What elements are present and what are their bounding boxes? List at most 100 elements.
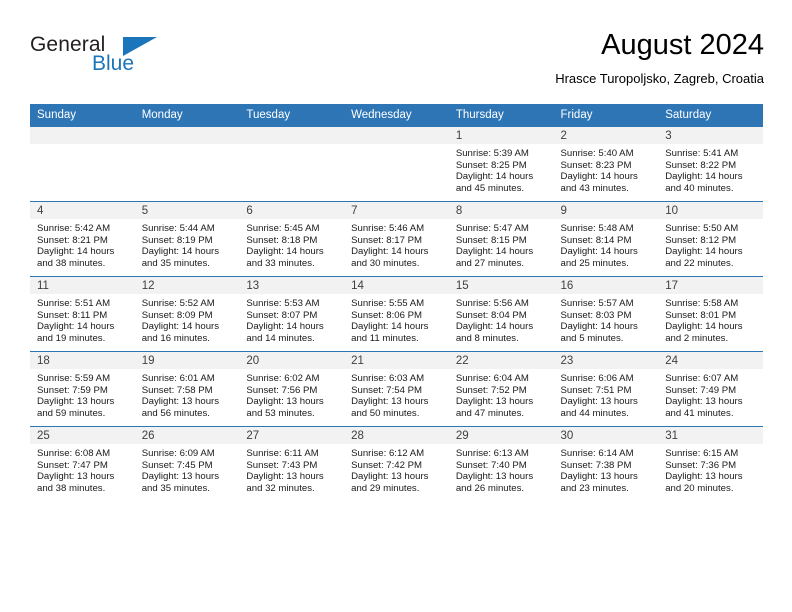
day-number: 5 bbox=[134, 202, 240, 219]
calendar-cell-inner: 3 Sunrise: 5:41 AM Sunset: 8:22 PM Daylight… bbox=[658, 127, 763, 201]
sunset-time: Sunset: 8:11 PM bbox=[37, 309, 108, 321]
calendar-day-cell[interactable]: 31 Sunrise: 6:15 AM Sunset: 7:36 PM Dayligh… bbox=[658, 426, 763, 501]
sunset-time: Sunset: 7:49 PM bbox=[665, 384, 737, 396]
sunset-time: Sunset: 7:59 PM bbox=[37, 384, 108, 396]
calendar-day-cell[interactable]: 16 Sunrise: 5:57 AM Sunset: 8:03 PM Dayligh… bbox=[553, 276, 659, 352]
daylight-duration-line2: and 53 minutes. bbox=[246, 408, 315, 420]
day-number: 2 bbox=[553, 127, 659, 144]
calendar-body: 1 Sunrise: 5:39 AM Sunset: 8:25 PM Daylight… bbox=[30, 126, 763, 501]
calendar-day-cell[interactable]: 14 Sunrise: 5:55 AM Sunset: 8:06 PM Dayligh… bbox=[344, 276, 449, 352]
sunset-time: Sunset: 8:18 PM bbox=[246, 234, 318, 246]
calendar-day-cell[interactable]: 20 Sunrise: 6:02 AM Sunset: 7:56 PM Dayligh… bbox=[239, 351, 345, 427]
daylight-duration-line1: Daylight: 13 hours bbox=[141, 396, 220, 408]
day-number: 17 bbox=[658, 277, 763, 294]
calendar-cell-inner bbox=[134, 127, 240, 201]
calendar-day-cell[interactable]: 8 Sunrise: 5:47 AM Sunset: 8:15 PM Daylight… bbox=[448, 201, 554, 277]
sun-times: Sunrise: 6:02 AM Sunset: 7:56 PM Daylight:… bbox=[239, 369, 344, 420]
calendar-cell-empty bbox=[30, 126, 135, 202]
sunrise-time: Sunrise: 6:07 AM bbox=[665, 373, 739, 384]
calendar-day-cell[interactable]: 25 Sunrise: 6:08 AM Sunset: 7:47 PM Dayligh… bbox=[30, 426, 135, 501]
sunset-time: Sunset: 7:38 PM bbox=[560, 459, 632, 471]
calendar-day-cell[interactable]: 29 Sunrise: 6:13 AM Sunset: 7:40 PM Dayligh… bbox=[448, 426, 554, 501]
daylight-duration-line2: and 22 minutes. bbox=[665, 258, 734, 270]
calendar-cell-inner bbox=[30, 127, 135, 201]
sunset-time: Sunset: 7:45 PM bbox=[141, 459, 213, 471]
calendar-day-cell[interactable]: 18 Sunrise: 5:59 AM Sunset: 7:59 PM Dayligh… bbox=[30, 351, 135, 427]
calendar-day-cell[interactable]: 5 Sunrise: 5:44 AM Sunset: 8:19 PM Daylight… bbox=[134, 201, 240, 277]
calendar-day-cell[interactable]: 7 Sunrise: 5:46 AM Sunset: 8:17 PM Daylight… bbox=[344, 201, 449, 277]
daylight-duration-line1: Daylight: 14 hours bbox=[246, 246, 324, 258]
daylight-duration-line2: and 41 minutes. bbox=[665, 408, 734, 420]
daylight-duration-line2: and 30 minutes. bbox=[351, 258, 420, 270]
calendar-day-cell[interactable]: 15 Sunrise: 5:56 AM Sunset: 8:04 PM Dayligh… bbox=[448, 276, 554, 352]
calendar-day-cell[interactable]: 3 Sunrise: 5:41 AM Sunset: 8:22 PM Daylight… bbox=[658, 126, 763, 202]
calendar-day-cell[interactable]: 9 Sunrise: 5:48 AM Sunset: 8:14 PM Daylight… bbox=[553, 201, 659, 277]
weekday-header-row: Sunday Monday Tuesday Wednesday Thursday… bbox=[30, 104, 763, 127]
weekday-header-sunday: Sunday bbox=[30, 104, 135, 127]
calendar-day-cell[interactable]: 28 Sunrise: 6:12 AM Sunset: 7:42 PM Dayligh… bbox=[344, 426, 449, 501]
sun-times: Sunrise: 6:14 AM Sunset: 7:38 PM Daylight:… bbox=[554, 444, 659, 495]
day-number: 18 bbox=[30, 352, 135, 369]
daylight-duration-line2: and 2 minutes. bbox=[665, 333, 729, 345]
sunrise-time: Sunrise: 5:55 AM bbox=[351, 298, 425, 309]
calendar-day-cell[interactable]: 10 Sunrise: 5:50 AM Sunset: 8:12 PM Dayligh… bbox=[658, 201, 763, 277]
sunrise-time: Sunrise: 6:14 AM bbox=[560, 448, 634, 459]
daylight-duration-line1: Daylight: 14 hours bbox=[560, 246, 638, 258]
calendar-day-cell[interactable]: 27 Sunrise: 6:11 AM Sunset: 7:43 PM Dayligh… bbox=[239, 426, 345, 501]
day-number: 3 bbox=[658, 127, 763, 144]
sunrise-time: Sunrise: 5:41 AM bbox=[665, 148, 739, 159]
general-blue-logo[interactable]: General Blue bbox=[30, 33, 210, 89]
daylight-duration-line1: Daylight: 13 hours bbox=[560, 396, 638, 408]
sunrise-time: Sunrise: 6:02 AM bbox=[246, 373, 320, 384]
calendar-day-cell[interactable]: 23 Sunrise: 6:06 AM Sunset: 7:51 PM Dayligh… bbox=[553, 351, 659, 427]
daylight-duration-line1: Daylight: 13 hours bbox=[351, 396, 429, 408]
sun-times: Sunrise: 6:08 AM Sunset: 7:47 PM Daylight:… bbox=[30, 444, 135, 495]
day-number bbox=[134, 127, 240, 144]
sun-times: Sunrise: 5:57 AM Sunset: 8:03 PM Daylight:… bbox=[554, 294, 659, 345]
sunrise-time: Sunrise: 5:58 AM bbox=[665, 298, 739, 309]
sun-times: Sunrise: 5:56 AM Sunset: 8:04 PM Daylight:… bbox=[449, 294, 554, 345]
calendar-day-cell[interactable]: 2 Sunrise: 5:40 AM Sunset: 8:23 PM Daylight… bbox=[553, 126, 659, 202]
day-number: 19 bbox=[134, 352, 240, 369]
calendar-cell-inner: 30 Sunrise: 6:14 AM Sunset: 7:38 PM Dayligh… bbox=[553, 427, 659, 501]
calendar-day-cell[interactable]: 21 Sunrise: 6:03 AM Sunset: 7:54 PM Dayligh… bbox=[344, 351, 449, 427]
day-number: 7 bbox=[344, 202, 449, 219]
calendar-day-cell[interactable]: 24 Sunrise: 6:07 AM Sunset: 7:49 PM Dayligh… bbox=[658, 351, 763, 427]
calendar-day-cell[interactable]: 6 Sunrise: 5:45 AM Sunset: 8:18 PM Daylight… bbox=[239, 201, 345, 277]
calendar-day-cell[interactable]: 11 Sunrise: 5:51 AM Sunset: 8:11 PM Dayligh… bbox=[30, 276, 135, 352]
calendar-day-cell[interactable]: 12 Sunrise: 5:52 AM Sunset: 8:09 PM Dayligh… bbox=[134, 276, 240, 352]
daylight-duration-line1: Daylight: 14 hours bbox=[37, 246, 115, 258]
calendar-day-cell[interactable]: 4 Sunrise: 5:42 AM Sunset: 8:21 PM Daylight… bbox=[30, 201, 135, 277]
day-number: 12 bbox=[134, 277, 240, 294]
sun-times: Sunrise: 6:13 AM Sunset: 7:40 PM Daylight:… bbox=[449, 444, 554, 495]
sun-times: Sunrise: 5:59 AM Sunset: 7:59 PM Daylight:… bbox=[30, 369, 135, 420]
sun-times: Sunrise: 6:12 AM Sunset: 7:42 PM Daylight:… bbox=[344, 444, 449, 495]
sunset-time: Sunset: 7:42 PM bbox=[351, 459, 423, 471]
daylight-duration-line2: and 47 minutes. bbox=[455, 408, 525, 420]
daylight-duration-line1: Daylight: 14 hours bbox=[665, 246, 743, 258]
calendar-day-cell[interactable]: 13 Sunrise: 5:53 AM Sunset: 8:07 PM Dayligh… bbox=[239, 276, 345, 352]
calendar-cell-inner: 14 Sunrise: 5:55 AM Sunset: 8:06 PM Dayligh… bbox=[344, 277, 449, 351]
sunset-time: Sunset: 7:56 PM bbox=[246, 384, 318, 396]
calendar-day-cell[interactable]: 19 Sunrise: 6:01 AM Sunset: 7:58 PM Dayligh… bbox=[134, 351, 240, 427]
sunset-time: Sunset: 8:22 PM bbox=[665, 159, 737, 171]
sunrise-time: Sunrise: 5:59 AM bbox=[37, 373, 111, 384]
daylight-duration-line2: and 32 minutes. bbox=[246, 483, 315, 495]
calendar-day-cell[interactable]: 17 Sunrise: 5:58 AM Sunset: 8:01 PM Dayligh… bbox=[658, 276, 763, 352]
daylight-duration-line2: and 27 minutes. bbox=[455, 258, 525, 270]
calendar-cell-inner: 28 Sunrise: 6:12 AM Sunset: 7:42 PM Dayligh… bbox=[344, 427, 449, 501]
calendar-day-cell[interactable]: 30 Sunrise: 6:14 AM Sunset: 7:38 PM Dayligh… bbox=[553, 426, 659, 501]
calendar-day-cell[interactable]: 22 Sunrise: 6:04 AM Sunset: 7:52 PM Dayligh… bbox=[448, 351, 554, 427]
daylight-duration-line2: and 38 minutes. bbox=[37, 258, 106, 270]
daylight-duration-line1: Daylight: 13 hours bbox=[455, 396, 534, 408]
calendar-day-cell[interactable]: 1 Sunrise: 5:39 AM Sunset: 8:25 PM Daylight… bbox=[448, 126, 554, 202]
weekday-header-thursday: Thursday bbox=[448, 104, 554, 127]
calendar-cell-inner: 17 Sunrise: 5:58 AM Sunset: 8:01 PM Dayligh… bbox=[658, 277, 763, 351]
sun-times: Sunrise: 5:58 AM Sunset: 8:01 PM Daylight:… bbox=[658, 294, 763, 345]
calendar-cell-inner bbox=[344, 127, 449, 201]
day-number: 30 bbox=[553, 427, 659, 444]
daylight-duration-line2: and 35 minutes. bbox=[141, 483, 210, 495]
calendar-day-cell[interactable]: 26 Sunrise: 6:09 AM Sunset: 7:45 PM Dayligh… bbox=[134, 426, 240, 501]
daylight-duration-line1: Daylight: 13 hours bbox=[455, 471, 534, 483]
day-number bbox=[344, 127, 449, 144]
